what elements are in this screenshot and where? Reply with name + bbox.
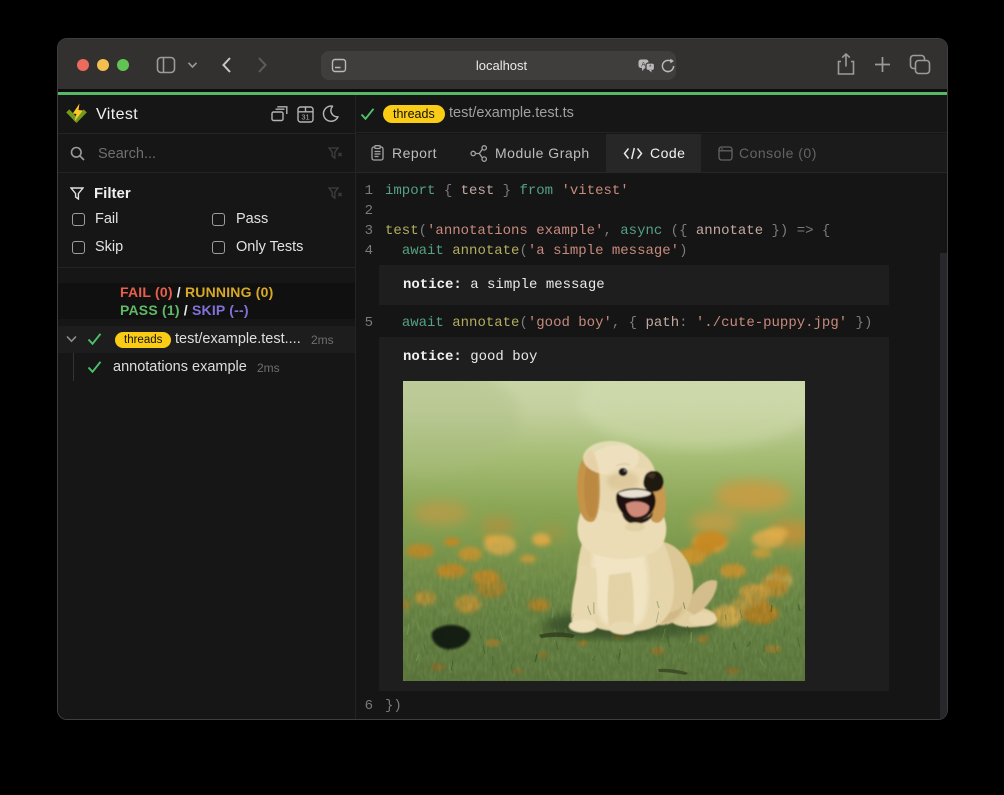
svg-text:31: 31 xyxy=(301,113,309,122)
svg-text:A: A xyxy=(641,62,646,69)
